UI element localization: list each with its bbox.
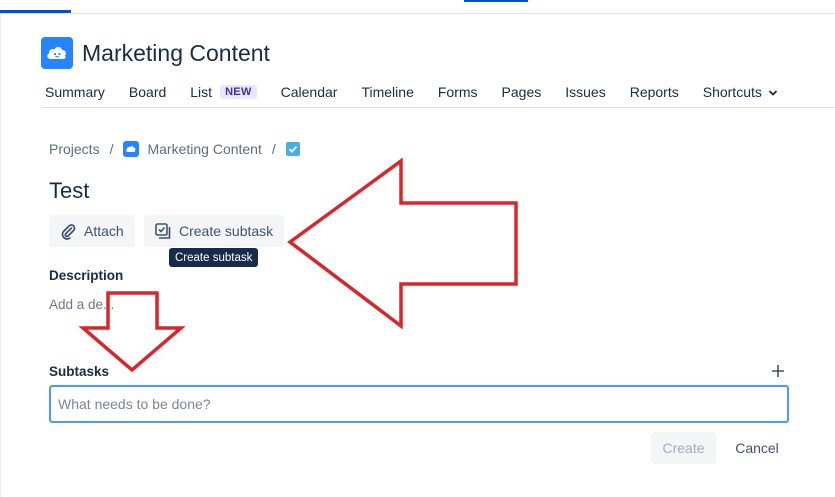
create-subtask-submit-button[interactable]: Create — [651, 432, 716, 464]
top-nav-highlight — [464, 0, 528, 2]
tab-calendar[interactable]: Calendar — [281, 84, 338, 100]
sidebar-edge — [0, 14, 1, 497]
subtasks-heading: Subtasks — [49, 364, 110, 379]
top-bar-divider — [0, 13, 835, 14]
tab-label: Shortcuts — [702, 84, 762, 100]
tab-board[interactable]: Board — [129, 84, 166, 100]
chevron-down-icon — [768, 84, 778, 100]
tab-label: Board — [128, 84, 167, 100]
tab-label: Calendar — [280, 84, 338, 100]
tab-label: Timeline — [361, 84, 414, 100]
tab-shortcuts-dropdown[interactable]: Shortcuts — [703, 84, 778, 100]
nav-divider — [41, 107, 835, 108]
tab-forms[interactable]: Forms — [438, 84, 478, 100]
tab-label: Summary — [45, 84, 105, 100]
tab-label: Forms — [437, 84, 478, 100]
create-subtask-tooltip: Create subtask — [169, 248, 259, 267]
attach-button[interactable]: Attach — [49, 215, 135, 247]
left-arrow-annotation — [287, 157, 518, 330]
project-avatar-cloud-icon[interactable] — [41, 37, 73, 69]
tab-label: List — [190, 84, 213, 100]
add-subtask-plus-icon[interactable] — [770, 363, 786, 379]
tab-label: Issues — [565, 84, 606, 100]
breadcrumb-separator: / — [271, 141, 276, 157]
create-subtask-label: Create subtask — [179, 223, 274, 239]
breadcrumb-projects-link[interactable]: Projects — [49, 141, 100, 157]
tab-list[interactable]: List NEW — [190, 84, 257, 100]
project-title: Marketing Content — [82, 40, 270, 66]
cloud-icon — [123, 141, 140, 157]
checkbox-icon[interactable] — [285, 142, 300, 156]
tab-label: Pages — [501, 84, 542, 100]
new-badge: NEW — [220, 85, 257, 99]
breadcrumb-project-link[interactable]: Marketing Content — [147, 141, 261, 157]
description-editor[interactable]: Add a de... — [49, 297, 114, 312]
paperclip-icon — [61, 224, 76, 240]
create-subtask-button[interactable]: Create subtask — [144, 215, 284, 247]
project-nav-tabs: Summary Board List NEW Calendar Timeline … — [45, 82, 802, 102]
subtask-summary-input[interactable] — [49, 385, 789, 423]
tab-label: Reports — [629, 84, 679, 100]
tab-pages[interactable]: Pages — [502, 84, 542, 100]
breadcrumb-separator: / — [109, 141, 114, 157]
tab-reports[interactable]: Reports — [630, 84, 679, 100]
breadcrumb: Projects / Marketing Content / — [49, 141, 300, 157]
attach-label: Attach — [84, 223, 124, 239]
subtask-icon — [155, 223, 171, 239]
tab-timeline[interactable]: Timeline — [361, 84, 413, 100]
description-heading: Description — [49, 268, 124, 283]
tab-summary[interactable]: Summary — [45, 84, 105, 100]
cancel-button[interactable]: Cancel — [726, 432, 788, 464]
tab-issues[interactable]: Issues — [565, 84, 605, 100]
issue-title[interactable]: Test — [49, 178, 89, 204]
